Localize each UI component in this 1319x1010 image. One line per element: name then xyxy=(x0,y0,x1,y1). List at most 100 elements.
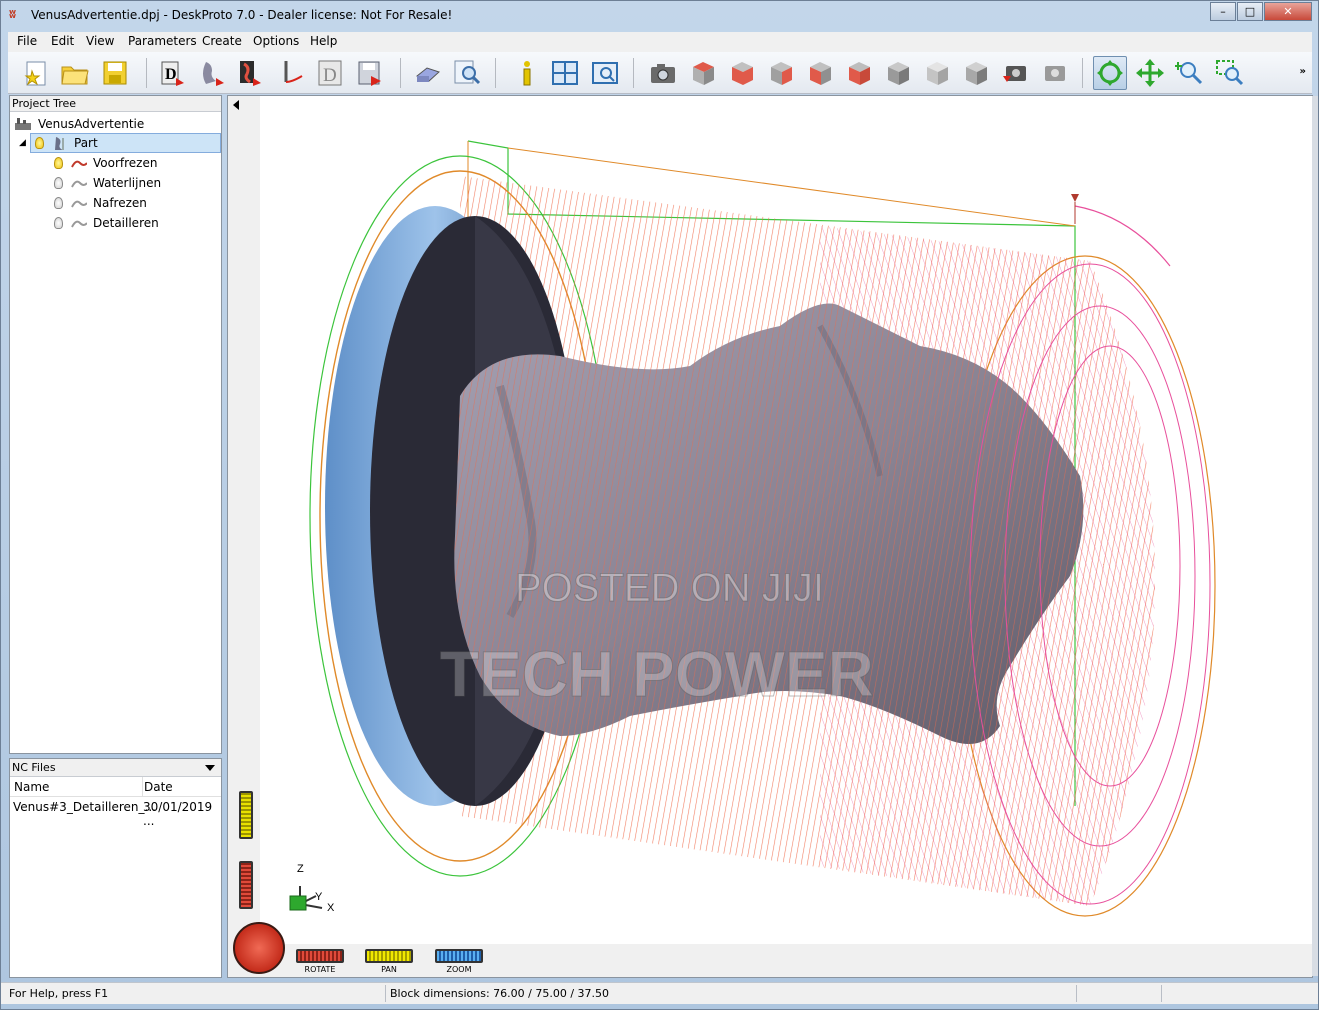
view-top-icon[interactable] xyxy=(686,56,720,90)
close-button[interactable]: ✕ xyxy=(1264,2,1312,21)
svg-text:D: D xyxy=(165,66,177,83)
menu-view[interactable]: View xyxy=(86,34,114,48)
view-back-icon[interactable] xyxy=(881,56,915,90)
view-iso-icon[interactable] xyxy=(920,56,954,90)
3d-viewport[interactable]: POSTED ON JIJI TECH POWER Z Y X xyxy=(260,96,1312,944)
menu-edit[interactable]: Edit xyxy=(51,34,74,48)
rotate-vertical-slider[interactable] xyxy=(239,861,253,909)
operation-icon xyxy=(71,160,87,168)
minimize-button[interactable]: – xyxy=(1210,2,1236,21)
light-bulb-on-icon[interactable] xyxy=(54,157,63,169)
pan-label: PAN xyxy=(381,965,397,974)
toolbar-overflow-button[interactable]: » xyxy=(1300,66,1306,77)
toolpath-icon[interactable] xyxy=(274,56,308,90)
dxf-icon[interactable]: D xyxy=(313,56,347,90)
light-bulb-on-icon[interactable] xyxy=(35,137,44,149)
zoom-window-icon[interactable] xyxy=(1213,56,1247,90)
nc-file-name: Venus#3_Detailleren_... xyxy=(13,800,156,814)
tree-item-label: Waterlijnen xyxy=(93,176,162,190)
watermark-line2: TECH POWER xyxy=(440,638,874,710)
main-toolbar: D D » xyxy=(8,52,1312,94)
tree-root[interactable]: VenusAdvertentie xyxy=(14,114,144,134)
project-parameters-icon[interactable]: D xyxy=(156,56,190,90)
new-project-icon[interactable] xyxy=(20,56,54,90)
save-nc-icon[interactable] xyxy=(353,56,387,90)
axis-triad: Z Y X xyxy=(289,863,335,914)
tree-root-label: VenusAdvertentie xyxy=(38,117,145,131)
menu-bar: File Edit View Parameters Create Options… xyxy=(8,32,1312,52)
open-folder-icon[interactable] xyxy=(58,56,92,90)
tree-item-part-label: Part xyxy=(74,136,98,150)
rotate-horizontal-slider[interactable] xyxy=(296,949,344,963)
operation-icon xyxy=(71,220,87,228)
deskproto-logo-icon: ʬ xyxy=(9,7,17,21)
tree-item-waterlijnen[interactable]: Waterlijnen xyxy=(54,173,161,193)
rotate-wheel[interactable] xyxy=(233,922,285,974)
rotate-icon[interactable] xyxy=(1093,56,1127,90)
nc-files-header[interactable]: NC Files xyxy=(10,759,221,777)
nc-files-column-headers: Name Date xyxy=(10,777,221,797)
title-bar: ʬ VenusAdvertentie.dpj - DeskProto 7.0 -… xyxy=(1,1,1318,31)
axis-z-label: Z xyxy=(297,863,304,875)
maximize-button[interactable]: □ xyxy=(1237,2,1263,21)
nc-file-date: 30/01/2019 ... xyxy=(143,800,213,828)
zoom-icon[interactable] xyxy=(1173,56,1207,90)
menu-file[interactable]: File xyxy=(17,34,37,48)
collapse-panel-arrow-icon[interactable] xyxy=(233,100,239,110)
axis-y-label: Y xyxy=(315,891,323,903)
view-left-icon[interactable] xyxy=(803,56,837,90)
tree-item-detailleren[interactable]: Detailleren xyxy=(54,213,159,233)
rotate-label: ROTATE xyxy=(304,965,336,974)
view-right-icon[interactable] xyxy=(764,56,798,90)
status-help-text: For Help, press F1 xyxy=(9,987,109,1000)
light-bulb-off-icon[interactable] xyxy=(54,177,63,189)
tree-item-part[interactable]: ◢ Part xyxy=(19,133,221,153)
dropdown-arrow-icon[interactable] xyxy=(205,765,215,771)
zoom-horizontal-slider[interactable] xyxy=(435,949,483,963)
tree-item-nafrezen[interactable]: Nafrezen xyxy=(54,193,147,213)
part-parameters-icon[interactable] xyxy=(196,56,230,90)
light-bulb-off-icon[interactable] xyxy=(54,217,63,229)
tile-view-icon[interactable] xyxy=(548,56,582,90)
tree-item-label: Detailleren xyxy=(93,216,159,230)
tree-item-label: Nafrezen xyxy=(93,196,147,210)
menu-parameters[interactable]: Parameters xyxy=(128,34,197,48)
snapshot-grey-icon[interactable] xyxy=(1037,56,1071,90)
snapshot-icon[interactable] xyxy=(998,56,1032,90)
camera-icon[interactable] xyxy=(646,56,680,90)
pan-horizontal-slider[interactable] xyxy=(365,949,413,963)
collapse-triangle-icon[interactable]: ◢ xyxy=(19,138,26,148)
light-bulb-off-icon[interactable] xyxy=(54,197,63,209)
tree-item-label: Voorfrezen xyxy=(93,156,158,170)
status-block-dimensions: Block dimensions: 76.00 / 75.00 / 37.50 xyxy=(390,987,610,1000)
pan-icon[interactable] xyxy=(1133,56,1167,90)
machine-icon[interactable] xyxy=(410,56,444,90)
menu-options[interactable]: Options xyxy=(253,34,299,48)
window-title: VenusAdvertentie.dpj - DeskProto 7.0 - D… xyxy=(31,8,453,22)
preview-icon[interactable] xyxy=(450,56,484,90)
scrollbar[interactable] xyxy=(1312,96,1318,976)
view-bottom-icon[interactable] xyxy=(842,56,876,90)
menu-create[interactable]: Create xyxy=(202,34,242,48)
operation-icon xyxy=(71,180,87,188)
info-icon[interactable] xyxy=(510,56,544,90)
save-icon[interactable] xyxy=(98,56,132,90)
menu-help[interactable]: Help xyxy=(310,34,337,48)
axis-x-label: X xyxy=(327,902,335,914)
pan-vertical-slider[interactable] xyxy=(239,791,253,839)
zoom-label: ZOOM xyxy=(446,965,472,974)
toolpath-render: POSTED ON JIJI TECH POWER Z Y X xyxy=(289,140,1216,917)
tree-item-voorfrezen[interactable]: Voorfrezen xyxy=(54,153,157,173)
column-header-date[interactable]: Date xyxy=(144,780,173,794)
operation-icon xyxy=(71,200,87,208)
nc-file-row[interactable]: Venus#3_Detailleren_... 30/01/2019 ... xyxy=(10,797,221,828)
simulation-icon[interactable] xyxy=(588,56,622,90)
operation-parameters-icon[interactable] xyxy=(233,56,267,90)
view-shaded-icon[interactable] xyxy=(959,56,993,90)
svg-text:D: D xyxy=(323,65,337,86)
project-icon xyxy=(15,118,31,130)
column-header-name[interactable]: Name xyxy=(14,780,49,794)
view-front-icon[interactable] xyxy=(725,56,759,90)
part-icon xyxy=(55,137,64,150)
nc-files-title: NC Files xyxy=(12,761,56,774)
